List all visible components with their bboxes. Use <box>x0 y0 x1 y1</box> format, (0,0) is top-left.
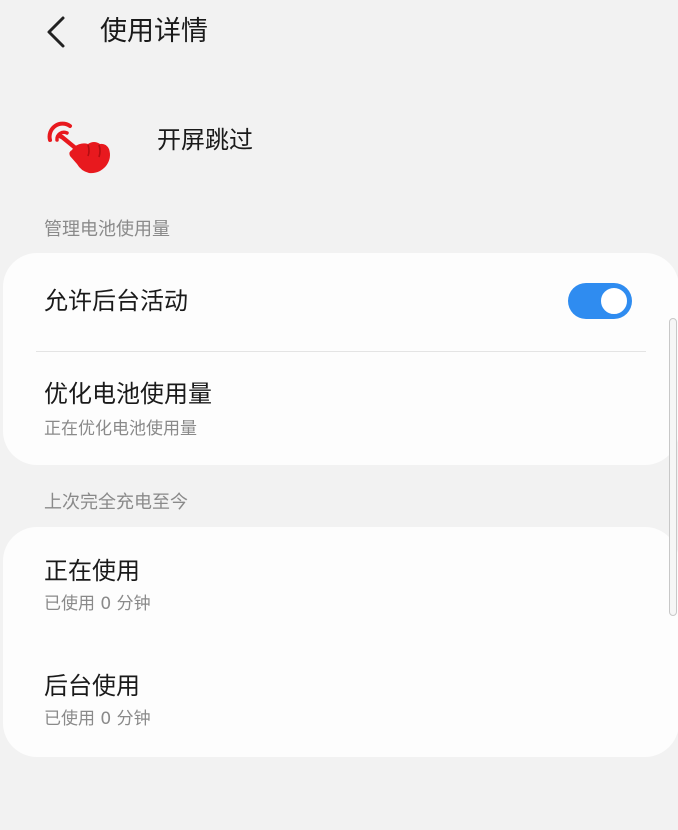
background-usage-label: 后台使用 <box>44 672 140 700</box>
optimize-battery-label: 优化电池使用量 <box>44 380 212 408</box>
section-header-battery: 管理电池使用量 <box>44 219 170 240</box>
foreground-usage-row[interactable]: 正在使用 已使用 0 分钟 <box>3 527 678 642</box>
foreground-usage-time: 已使用 0 分钟 <box>44 594 151 614</box>
allow-background-row[interactable]: 允许后台活动 <box>3 253 678 351</box>
section-header-since-charge: 上次完全充电至今 <box>44 492 188 513</box>
foreground-usage-label: 正在使用 <box>44 557 140 585</box>
top-bar: 使用详情 <box>0 0 678 70</box>
background-usage-time: 已使用 0 分钟 <box>44 709 151 729</box>
toggle-knob <box>599 286 629 316</box>
usage-card: 正在使用 已使用 0 分钟 后台使用 已使用 0 分钟 <box>3 527 678 757</box>
optimize-battery-row[interactable]: 优化电池使用量 正在优化电池使用量 <box>3 352 678 465</box>
scrollbar[interactable] <box>669 318 677 616</box>
optimize-battery-status: 正在优化电池使用量 <box>44 419 197 439</box>
allow-background-toggle[interactable] <box>568 283 632 319</box>
app-name: 开屏跳过 <box>157 126 253 154</box>
battery-management-card: 允许后台活动 优化电池使用量 正在优化电池使用量 <box>3 253 678 465</box>
chevron-left-icon <box>47 16 65 48</box>
app-info-row: 开屏跳过 <box>0 104 678 176</box>
tap-hand-icon <box>44 116 114 176</box>
allow-background-label: 允许后台活动 <box>44 287 188 315</box>
back-button[interactable] <box>36 12 76 52</box>
background-usage-row[interactable]: 后台使用 已使用 0 分钟 <box>3 642 678 757</box>
page-title: 使用详情 <box>100 16 208 47</box>
